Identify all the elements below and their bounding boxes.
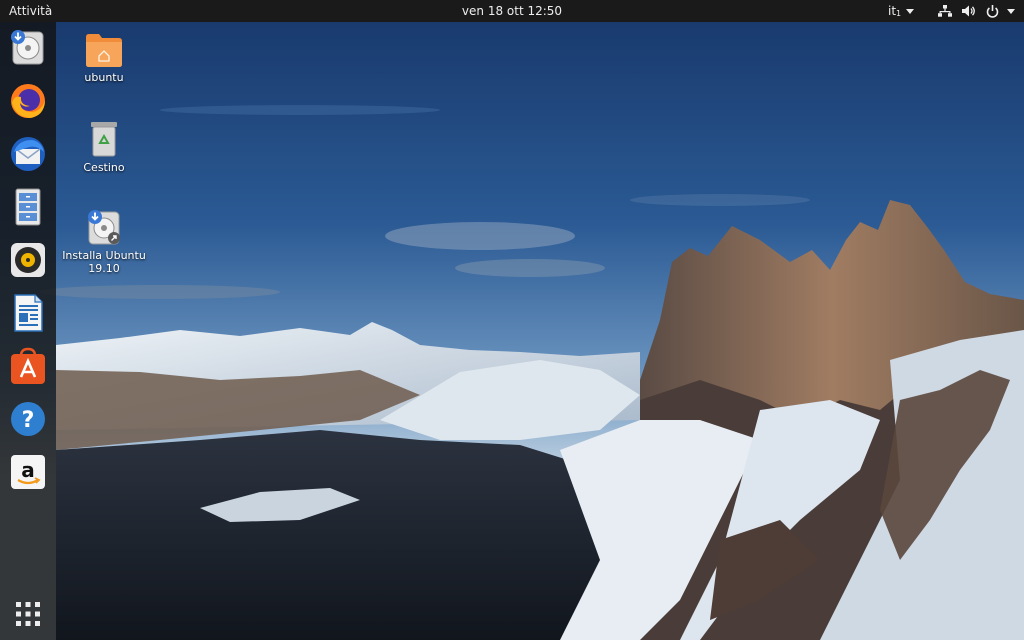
app-grid-icon bbox=[16, 602, 40, 626]
files-icon bbox=[15, 188, 41, 226]
desktop-icon-installer[interactable]: Installa Ubuntu 19.10 bbox=[56, 208, 152, 275]
activities-button[interactable]: Attività bbox=[9, 0, 52, 22]
desktop-icon-label: ubuntu bbox=[84, 71, 124, 84]
clock-area: ven 18 ott 12:50 bbox=[0, 0, 1024, 22]
keyboard-layout-label: it bbox=[888, 4, 897, 18]
firefox-icon bbox=[11, 84, 45, 118]
installer-dock-item[interactable] bbox=[8, 28, 48, 68]
system-menu-button[interactable] bbox=[938, 0, 1015, 22]
software-center-dock-item[interactable] bbox=[8, 346, 48, 386]
help-dock-item[interactable]: ? bbox=[8, 399, 48, 439]
desktop-icon-label: Installa Ubuntu 19.10 bbox=[62, 249, 146, 275]
clock-button[interactable]: ven 18 ott 12:50 bbox=[462, 4, 562, 18]
amazon-icon: a bbox=[11, 455, 45, 489]
libreoffice-writer-icon bbox=[14, 294, 43, 332]
desktop-wallpaper bbox=[0, 0, 1024, 640]
desktop-icon-trash[interactable]: Cestino bbox=[56, 120, 152, 174]
libreoffice-writer-dock-item[interactable] bbox=[8, 293, 48, 333]
top-bar: Attività ven 18 ott 12:50 it 1 bbox=[0, 0, 1024, 22]
help-icon: ? bbox=[11, 402, 45, 436]
keyboard-layout-button[interactable]: it 1 bbox=[888, 0, 915, 22]
rhythmbox-icon bbox=[11, 243, 45, 277]
chevron-down-icon bbox=[906, 8, 915, 14]
firefox-dock-item[interactable] bbox=[8, 81, 48, 121]
home-folder-icon bbox=[86, 34, 122, 67]
trash-icon bbox=[91, 122, 117, 157]
installer-icon bbox=[11, 30, 44, 65]
keyboard-layout-suffix: 1 bbox=[896, 8, 902, 18]
desktop-icon-home[interactable]: ubuntu bbox=[56, 32, 152, 84]
network-icon bbox=[938, 5, 952, 17]
dock: ? a bbox=[0, 22, 56, 640]
thunderbird-dock-item[interactable] bbox=[8, 134, 48, 174]
desktop-icon-label: Cestino bbox=[83, 161, 125, 174]
svg-text:a: a bbox=[21, 458, 35, 482]
show-applications-button[interactable] bbox=[8, 594, 48, 634]
thunderbird-icon bbox=[11, 137, 45, 171]
svg-text:?: ? bbox=[22, 408, 35, 433]
software-center-icon bbox=[11, 347, 45, 384]
amazon-dock-item[interactable]: a bbox=[8, 452, 48, 492]
chevron-down-icon bbox=[1007, 8, 1015, 14]
rhythmbox-dock-item[interactable] bbox=[8, 240, 48, 280]
power-icon bbox=[986, 4, 999, 18]
volume-icon bbox=[962, 5, 976, 17]
files-dock-item[interactable] bbox=[8, 187, 48, 227]
installer-shortcut-icon bbox=[88, 210, 120, 245]
